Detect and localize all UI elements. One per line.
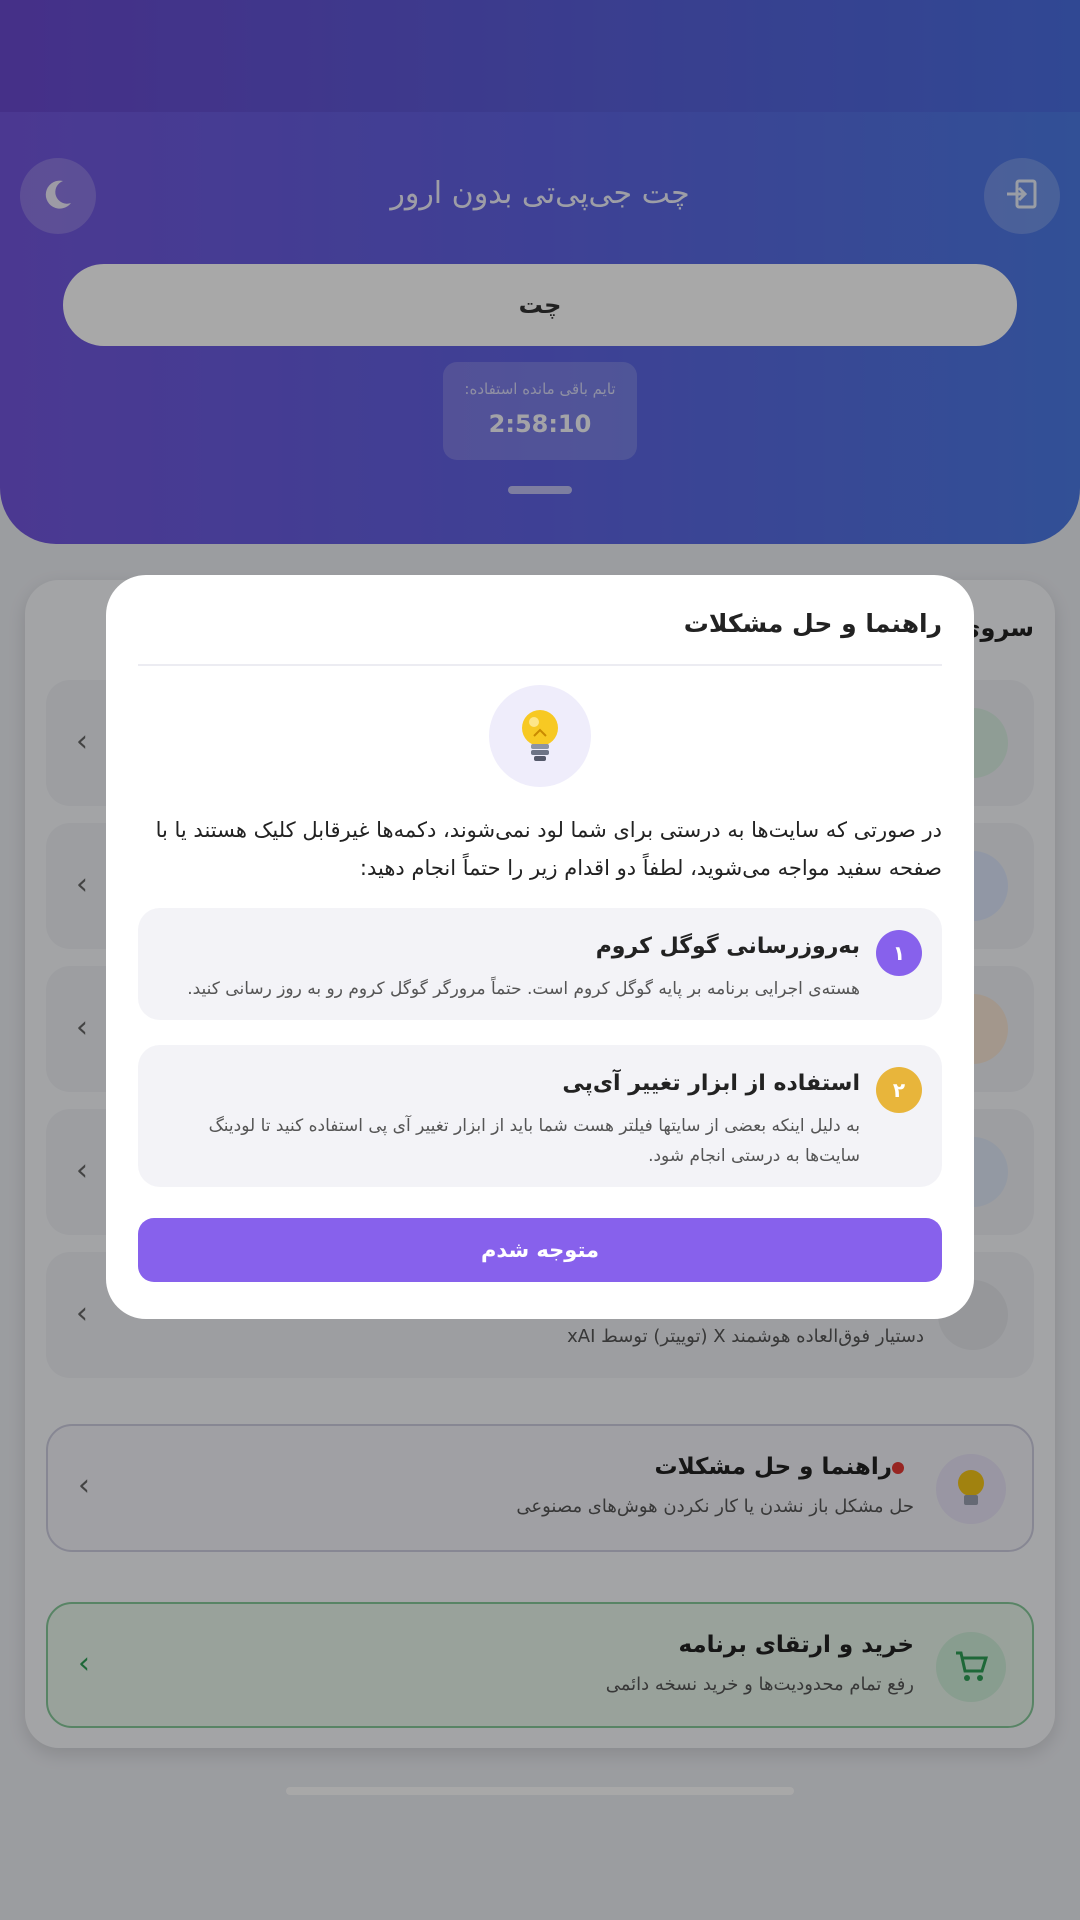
- dialog-title: راهنما و حل مشکلات: [683, 609, 942, 638]
- divider: [138, 664, 942, 666]
- lightbulb-icon: [489, 685, 591, 787]
- step-number: ۲: [876, 1067, 922, 1113]
- step-description: به دلیل اینکه بعضی از سایتها فیلتر هست ش…: [208, 1116, 860, 1166]
- step-title: به‌روزرسانی گوگل کروم: [595, 934, 860, 959]
- step-description: هسته‌ی اجرایی برنامه بر پایه گوگل کروم ا…: [187, 979, 860, 999]
- step-title: استفاده از ابزار تغییر آی‌پی: [562, 1071, 860, 1096]
- step-item: ۱ به‌روزرسانی گوگل کروم هسته‌ی اجرایی بر…: [138, 908, 942, 1020]
- step-number: ۱: [876, 930, 922, 976]
- step-item: ۲ استفاده از ابزار تغییر آی‌پی به دلیل ا…: [138, 1045, 942, 1187]
- confirm-button[interactable]: متوجه شدم: [138, 1218, 942, 1282]
- dialog-message: در صورتی که سایت‌ها به درستی برای شما لو…: [155, 818, 942, 880]
- help-dialog: راهنما و حل مشکلات در صورتی که سایت‌ها ب…: [106, 575, 974, 1319]
